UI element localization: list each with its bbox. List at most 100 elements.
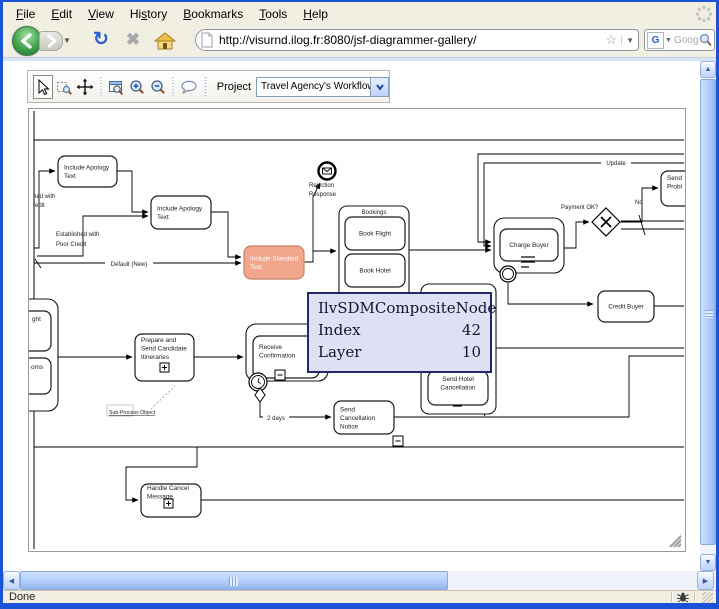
url-text[interactable]: http://visurnd.ilog.fr:8080/jsf-diagramm… [219, 33, 605, 47]
tooltip-index-label: Index [318, 321, 361, 339]
svg-text:Established with: Established with [56, 232, 99, 238]
svg-text:Book Flight: Book Flight [359, 231, 391, 238]
search-box[interactable]: G ▼ Google [644, 29, 715, 51]
svg-text:Book Hotel: Book Hotel [359, 268, 390, 275]
diagram-canvas-panel[interactable]: Include ApologyTextInclude ApologyTextIn… [28, 108, 686, 552]
bug-icon[interactable] [676, 591, 690, 603]
history-dropdown-caret[interactable]: ▼ [63, 36, 71, 45]
menu-edit[interactable]: Edit [43, 4, 80, 24]
menu-tools[interactable]: Tools [251, 4, 295, 24]
composite-node-tooltip: IlvSDMCompositeNode Index 42 Layer 10 [307, 292, 492, 373]
svg-text:Probl: Probl [667, 183, 682, 190]
svg-text:Text: Text [64, 173, 76, 180]
svg-text:Send: Send [667, 175, 682, 182]
zoom-region-tool-button[interactable] [55, 75, 74, 99]
browser-window: { "menu": { "items": [ {"label":"File","… [0, 0, 719, 609]
pointer-icon [34, 78, 52, 96]
svg-text:Prepare and: Prepare and [141, 337, 177, 344]
svg-text:Itineraries: Itineraries [141, 354, 169, 361]
menu-history[interactable]: History [122, 4, 175, 24]
scroll-down-button[interactable]: ▼ [700, 554, 716, 571]
svg-text:Response: Response [309, 192, 337, 198]
svg-text:Rejection: Rejection [309, 183, 334, 189]
project-label: Project [217, 81, 251, 93]
project-select[interactable]: Travel Agency's Workflow [256, 77, 389, 97]
search-engine-caret[interactable]: ▼ [665, 37, 672, 44]
zoom-in-tool-button[interactable] [128, 75, 147, 99]
svg-text:oms: oms [31, 364, 43, 371]
search-input[interactable]: Google [674, 35, 699, 46]
svg-text:Send Hotel: Send Hotel [442, 376, 474, 383]
home-button[interactable] [153, 29, 177, 53]
reload-button[interactable]: ↻ [89, 27, 113, 51]
svg-text:Include Apology: Include Apology [64, 165, 110, 172]
back-button[interactable] [12, 26, 42, 56]
search-engine-icon[interactable]: G [647, 32, 664, 49]
throbber-icon [694, 4, 714, 24]
fit-to-window-icon [107, 78, 125, 96]
svg-text:Credit Buyer: Credit Buyer [608, 304, 644, 311]
svg-text:redit: redit [33, 203, 45, 209]
svg-text:ght: ght [32, 316, 41, 323]
svg-text:Notice: Notice [340, 424, 359, 431]
vertical-scrollbar[interactable]: ▲ ▼ [700, 61, 716, 571]
status-separator [671, 592, 672, 602]
toolbar-separator [204, 77, 206, 97]
scroll-up-button[interactable]: ▲ [700, 61, 716, 78]
forward-button[interactable] [39, 31, 63, 51]
menu-bookmarks[interactable]: Bookmarks [175, 4, 251, 24]
svg-text:Send: Send [340, 407, 355, 414]
svg-text:Default (New): Default (New) [111, 262, 148, 268]
home-icon [154, 31, 176, 51]
status-text: Done [9, 591, 667, 603]
svg-text:Bookings: Bookings [362, 210, 387, 216]
scroll-left-button[interactable]: ◀ [3, 571, 20, 590]
window-resize-grip[interactable] [702, 592, 713, 603]
toolbar-separator [100, 77, 102, 97]
url-bar[interactable]: http://visurnd.ilog.fr:8080/jsf-diagramm… [195, 29, 639, 51]
navigation-toolbar: ▼ ↻ ✖ http://visurnd.ilog.fr:8080/jsf-di… [3, 25, 716, 57]
svg-text:Sub-Process Object: Sub-Process Object [109, 410, 156, 416]
tooltip-layer-value: 10 [462, 343, 481, 361]
combo-dropdown-button[interactable] [370, 78, 388, 96]
canvas-resize-grip[interactable] [665, 531, 683, 549]
pan-icon [76, 78, 94, 96]
zoom-out-tool-button[interactable] [148, 75, 167, 99]
stop-icon: ✖ [126, 30, 140, 50]
svg-text:2 days: 2 days [267, 416, 285, 422]
vertical-scroll-thumb[interactable] [700, 79, 716, 545]
scroll-right-button[interactable]: ▶ [697, 571, 714, 590]
select-tool-button[interactable] [33, 75, 53, 99]
svg-text:No: No [635, 200, 643, 206]
comment-tool-button[interactable] [179, 75, 199, 99]
svg-text:Payment OK?: Payment OK? [561, 205, 599, 211]
svg-text:Update: Update [606, 161, 626, 167]
zoom-out-icon [149, 78, 167, 96]
fit-to-window-tool-button[interactable] [107, 75, 126, 99]
window-border-bottom [0, 603, 719, 609]
bookmark-star-icon[interactable]: ☆ [605, 32, 617, 48]
menu-view[interactable]: View [80, 4, 122, 24]
svg-text:Cancellation: Cancellation [440, 384, 476, 391]
svg-text:Poor Credit: Poor Credit [56, 242, 87, 248]
svg-text:Cancellation: Cancellation [340, 415, 376, 422]
horizontal-scroll-thumb[interactable] [20, 571, 448, 590]
speech-balloon-icon [179, 78, 199, 96]
search-magnifier-icon[interactable] [699, 33, 712, 47]
pan-tool-button[interactable] [76, 75, 95, 99]
project-select-value: Travel Agency's Workflow [257, 81, 370, 92]
page-favicon [200, 32, 214, 48]
zoom-in-icon [128, 78, 146, 96]
tooltip-title: IlvSDMCompositeNode [318, 299, 481, 317]
horizontal-scrollbar[interactable]: ◀ ▶ [3, 571, 716, 590]
svg-text:Receive: Receive [259, 344, 283, 351]
svg-text:Text: Text [157, 214, 169, 221]
url-dropdown-caret[interactable]: ▼ [621, 36, 634, 45]
menu-file[interactable]: File [8, 4, 43, 24]
diagram-toolbar: Project Travel Agency's Workflow [27, 70, 390, 103]
svg-text:Handle Cancel: Handle Cancel [147, 485, 189, 492]
menu-help[interactable]: Help [295, 4, 336, 24]
svg-text:Send Candidate: Send Candidate [141, 345, 187, 352]
stop-button[interactable]: ✖ [121, 28, 145, 52]
svg-text:Confirmation: Confirmation [259, 352, 296, 359]
